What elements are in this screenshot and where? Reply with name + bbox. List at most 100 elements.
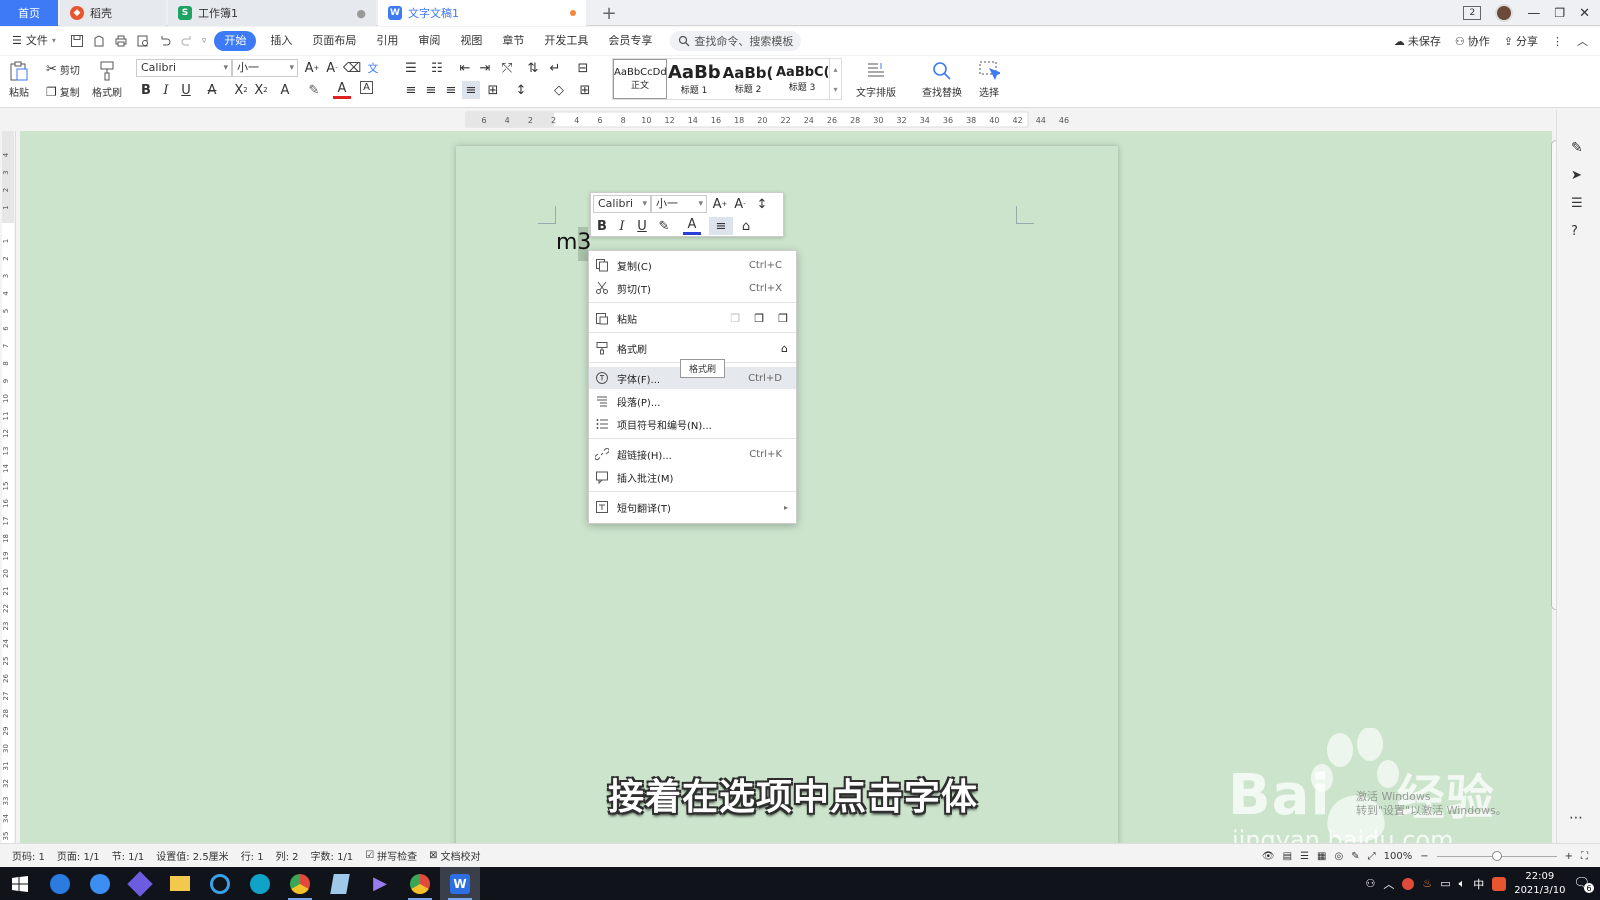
subscript-icon[interactable]: X2 (252, 81, 270, 99)
align-left-icon[interactable]: ≡ (402, 81, 420, 99)
outline-view-icon[interactable]: ☰ (1300, 851, 1309, 862)
taskbar-app-notes[interactable] (320, 867, 360, 900)
menu-tab-member[interactable]: 会员专享 (598, 31, 662, 51)
eye-protection-icon[interactable]: 👁 (1262, 851, 1275, 862)
command-search-input[interactable]: 查找命令、搜索模板 (670, 31, 802, 51)
ime-indicator[interactable]: 中 (1473, 876, 1484, 892)
grow-font-icon[interactable]: A + (303, 59, 321, 77)
show-marks-icon[interactable]: ↵ (546, 59, 564, 77)
ctx-paste[interactable]: 粘贴 ❐ ❐ ❐ (589, 307, 796, 329)
shrink-font-icon[interactable]: A- (323, 59, 341, 77)
menu-tab-page-layout[interactable]: 页面布局 (302, 31, 366, 51)
more-icon[interactable]: ⋮ (1552, 35, 1563, 48)
taskbar-app-cube[interactable] (120, 867, 160, 900)
table-layout-icon[interactable]: ⊟ (574, 59, 592, 77)
distribute-icon[interactable]: ⊞ (484, 81, 502, 99)
user-avatar[interactable] (1495, 4, 1514, 22)
ctx-translate[interactable]: 短句翻译(T) ▸ (589, 496, 796, 518)
mini-font-size-select[interactable]: 小一 (651, 195, 707, 213)
status-section[interactable]: 节: 1/1 (112, 848, 145, 863)
taskbar-app-wps-writer[interactable]: W (440, 867, 480, 900)
customize-quick-access-icon[interactable]: ▿ (202, 36, 207, 46)
cursor-icon[interactable]: ➤ (1571, 168, 1582, 183)
status-row[interactable]: 行: 1 (241, 848, 264, 863)
collapse-ribbon-icon[interactable]: ︿ (1577, 33, 1588, 49)
tab-document[interactable]: W 文字文稿1 (378, 0, 586, 26)
close-window-icon[interactable]: ✕ (1579, 6, 1590, 21)
numbered-list-icon[interactable]: ☷ (428, 59, 446, 77)
paste-button[interactable]: 粘贴 (8, 60, 30, 99)
ctx-insert-comment[interactable]: 插入批注(M) (589, 466, 796, 488)
text-layout-button[interactable]: 文字排版 (856, 60, 896, 99)
align-center-icon[interactable]: ≡ (422, 81, 440, 99)
increase-indent-icon[interactable]: ⇥ (476, 59, 494, 77)
mini-font-color-icon[interactable]: A (683, 217, 701, 235)
doc-proofread-button[interactable]: ⊠ 文档校对 (429, 848, 480, 863)
mini-format-painter-icon[interactable]: ⌂ (737, 217, 755, 235)
ctx-cut[interactable]: 剪切(T) Ctrl+X (589, 277, 796, 299)
window-count-badge[interactable]: 2 (1463, 6, 1482, 20)
notification-center-icon[interactable]: 🗨︎ 6 (1573, 876, 1594, 893)
tray-app-red-icon[interactable] (1402, 877, 1415, 890)
unsaved-dot-icon[interactable] (570, 10, 576, 16)
minimize-icon[interactable]: — (1527, 6, 1540, 21)
strikethrough-icon[interactable]: A (203, 81, 221, 99)
zoom-out-button[interactable]: − (1420, 851, 1428, 862)
taskbar-app-browser-q[interactable] (200, 867, 240, 900)
zoom-slider-thumb[interactable] (1491, 850, 1502, 861)
text-effect-icon[interactable]: A (276, 81, 294, 99)
font-size-select[interactable]: 小一 (232, 59, 298, 77)
bold-icon[interactable]: B (137, 81, 155, 99)
mini-bold-icon[interactable]: B (593, 217, 611, 235)
justify-icon[interactable]: ≡ (462, 81, 480, 99)
horizontal-ruler[interactable]: 6 4 2 2 4 6 8 10 12 14 16 18 20 22 24 26 28 30 32 34 36 38 40 4… (0, 109, 1600, 131)
fullscreen-icon[interactable]: ⛶ (1581, 851, 1588, 862)
zoom-in-button[interactable]: + (1565, 851, 1573, 862)
taskbar-app-chrome-2[interactable] (400, 867, 440, 900)
font-color-icon[interactable]: A (333, 81, 351, 99)
vertical-ruler[interactable]: 4 3 2 1 1 2 3 4 5 6 7 8 9 10 11 12 13 14 15 16 17 18 19 20 21 22 2… (0, 131, 16, 843)
tray-expand-icon[interactable]: ︿ (1383, 876, 1394, 892)
taskbar-app-chrome[interactable] (280, 867, 320, 900)
tab-close-icon[interactable]: ● (356, 7, 366, 20)
font-name-select[interactable]: Calibri (136, 59, 232, 77)
document-text[interactable]: m3 (556, 230, 591, 255)
menu-tab-view[interactable]: 视图 (450, 31, 492, 51)
mini-underline-icon[interactable]: U (633, 217, 651, 235)
format-painter-button[interactable]: 格式刷 (92, 60, 122, 99)
redo-icon[interactable] (180, 34, 194, 48)
pen-icon[interactable]: ✎ (1571, 140, 1583, 156)
status-page-number[interactable]: 页码: 1 (12, 848, 45, 863)
undo-icon[interactable] (158, 34, 172, 48)
start-button[interactable] (0, 867, 40, 900)
taskbar-file-explorer[interactable] (160, 867, 200, 900)
ctx-hyperlink[interactable]: 超链接(H)... Ctrl+K (589, 443, 796, 465)
export-icon[interactable] (92, 34, 106, 48)
find-replace-button[interactable]: 查找替换 (922, 60, 962, 99)
tab-home[interactable]: 首页 (0, 0, 58, 26)
cut-button[interactable]: ✂ 剪切 (46, 62, 80, 77)
borders-icon[interactable]: ⊞ (576, 81, 594, 99)
zoom-slider[interactable] (1436, 850, 1557, 861)
bullet-list-icon[interactable]: ☰ (402, 59, 420, 77)
mini-font-name-select[interactable]: Calibri (593, 195, 651, 213)
taskbar-app-edge[interactable] (240, 867, 280, 900)
clear-format-icon[interactable]: ⌫ (343, 59, 361, 77)
phonetic-icon[interactable]: 文 (364, 59, 382, 77)
paste-text-only-icon[interactable]: ❐ (778, 312, 788, 325)
superscript-icon[interactable]: X2 (232, 81, 250, 99)
underline-icon[interactable]: U (177, 81, 195, 99)
ctx-bullets-numbering[interactable]: 项目符号和编号(N)... (589, 413, 796, 435)
print-preview-icon[interactable] (136, 34, 150, 48)
globe-icon[interactable]: ◎ (1335, 851, 1344, 862)
fit-width-icon[interactable]: ⤢ (1368, 851, 1376, 862)
menu-tab-insert[interactable]: 插入 (260, 31, 302, 51)
share-button[interactable]: ⇪ 分享 (1504, 33, 1538, 49)
unsaved-button[interactable]: ☁ 未保存 (1394, 33, 1441, 49)
spell-check-toggle[interactable]: ☑ 拼写检查 (365, 848, 417, 863)
decrease-indent-icon[interactable]: ⇤ (456, 59, 474, 77)
menu-tab-home[interactable]: 开始 (214, 31, 257, 51)
settings-sliders-icon[interactable]: ☰ (1571, 196, 1583, 211)
style-heading-2[interactable]: AaBb( 标题 2 (721, 59, 775, 99)
mini-highlight-icon[interactable]: ✎ (655, 217, 673, 235)
